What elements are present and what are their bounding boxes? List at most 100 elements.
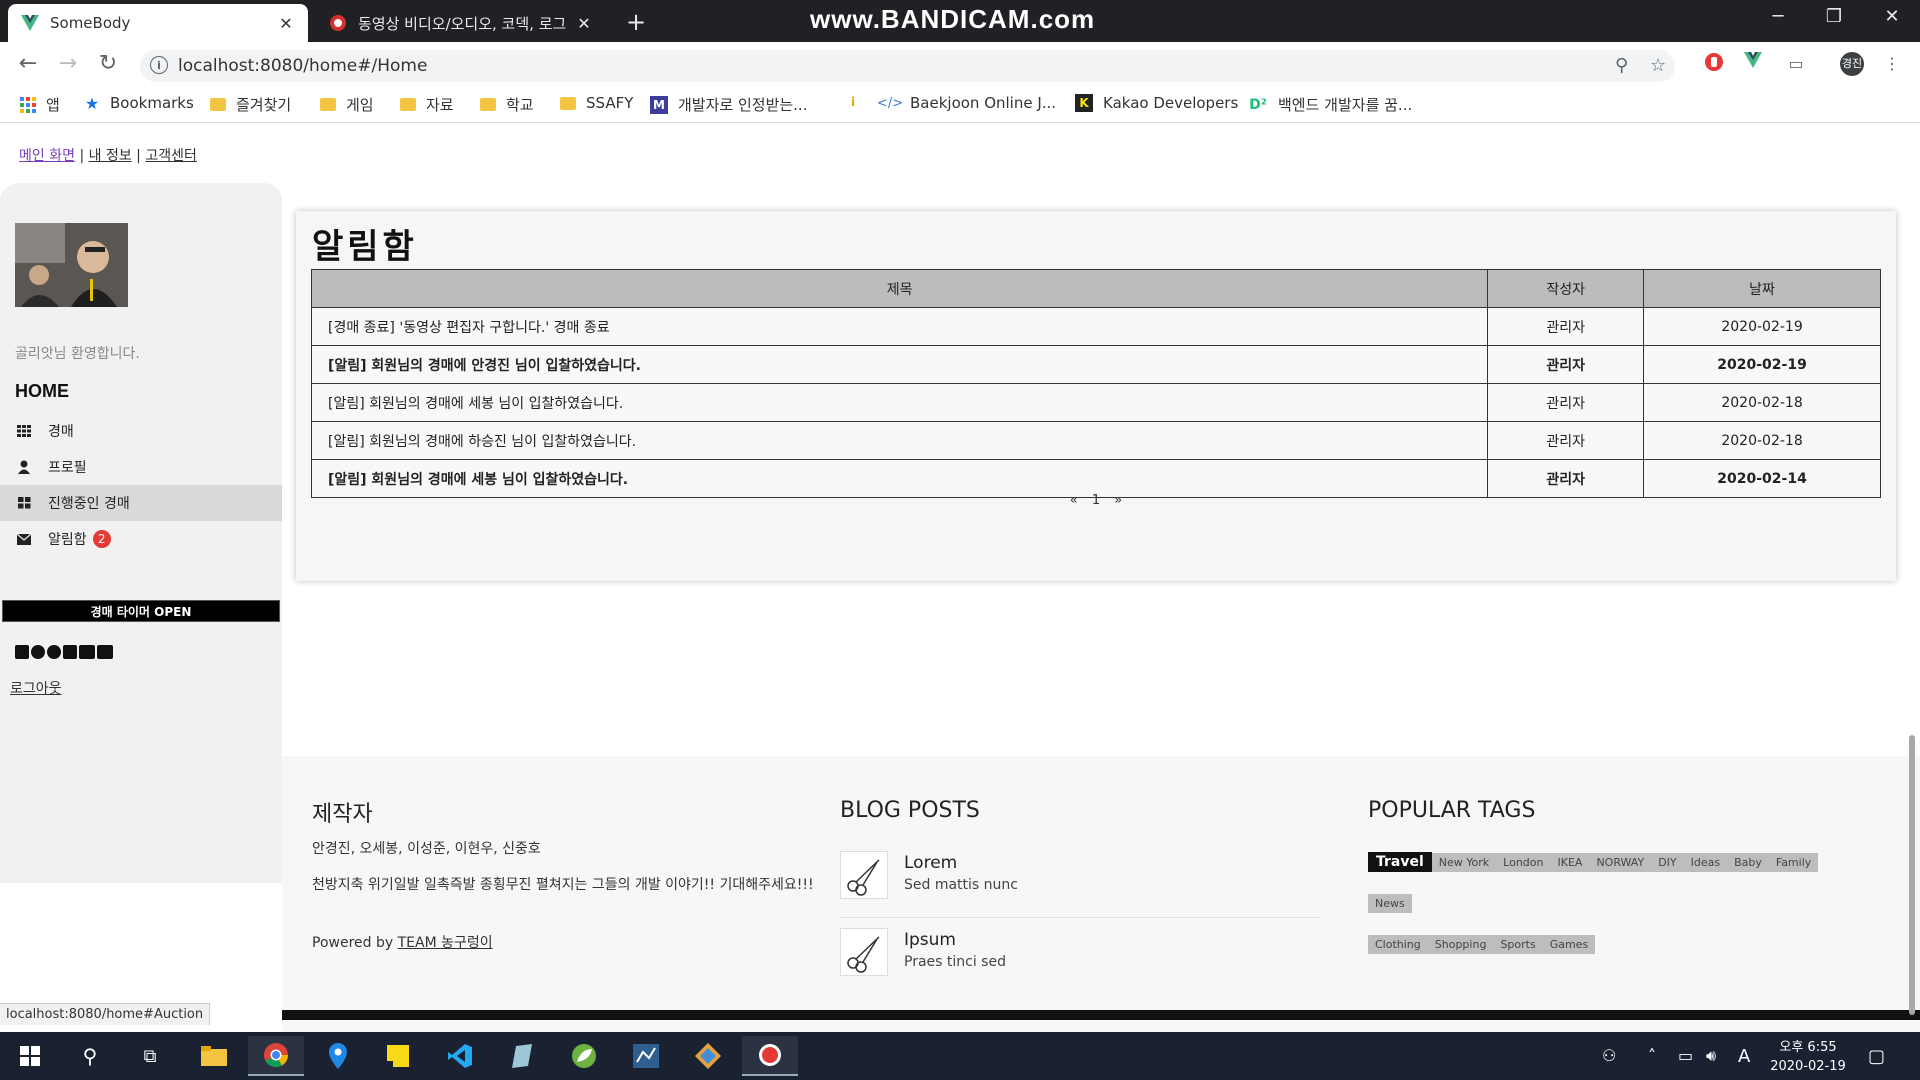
app-glass-icon[interactable] xyxy=(494,1036,550,1076)
restore-icon[interactable]: ❐ xyxy=(1814,6,1854,27)
logout-link[interactable]: 로그아웃 xyxy=(10,678,62,698)
back-icon[interactable]: ← xyxy=(14,50,42,78)
bookmark-folder[interactable]: 즐겨찾기 xyxy=(210,94,291,115)
pager-prev[interactable]: « xyxy=(1070,493,1078,508)
tag-item[interactable]: Games xyxy=(1542,935,1596,954)
tray-chevron-icon[interactable]: ˄ xyxy=(1648,1046,1656,1065)
nav-main-link[interactable]: 메인 화면 xyxy=(19,148,75,164)
table-row[interactable]: [알림] 회원님의 경매에 안경진 님이 입찰하였습니다. 관리자 2020-0… xyxy=(310,345,1881,384)
zoom-icon[interactable]: ⚲ xyxy=(1615,55,1628,76)
tag-item[interactable]: Ideas xyxy=(1683,853,1728,872)
github-icon[interactable] xyxy=(47,645,61,659)
tag-item[interactable]: Family xyxy=(1768,853,1819,872)
reload-icon[interactable]: ↻ xyxy=(94,50,122,78)
vscode-icon[interactable] xyxy=(432,1036,488,1076)
close-tab-icon[interactable]: ✕ xyxy=(574,14,594,33)
forward-icon[interactable]: → xyxy=(54,50,82,78)
bookmark-kakao[interactable]: K Kakao Developers xyxy=(1075,94,1238,112)
file-explorer-icon[interactable] xyxy=(186,1036,242,1076)
vue-devtools-icon[interactable] xyxy=(1744,52,1768,76)
taskbar-clock[interactable]: 오후 6:55 2020-02-19 xyxy=(1762,1038,1854,1076)
people-icon[interactable]: ⚇ xyxy=(1602,1046,1616,1065)
sidebar-item-profile[interactable]: 프로필 xyxy=(0,449,282,485)
ime-indicator[interactable]: A xyxy=(1738,1046,1750,1067)
youtube-alt-icon[interactable] xyxy=(97,645,113,659)
search-icon[interactable]: ⚲ xyxy=(62,1036,118,1076)
windows-start-icon[interactable] xyxy=(2,1036,58,1076)
profile-avatar[interactable]: 경진 xyxy=(1840,52,1864,76)
table-row[interactable]: [알림] 회원님의 경매에 세봉 님이 입찰하였습니다. 관리자 2020-02… xyxy=(310,383,1881,422)
task-view-icon[interactable]: ⧉ xyxy=(122,1036,178,1076)
blog-post[interactable]: Lorem Sed mattis nunc xyxy=(840,851,1320,918)
notification-center-icon[interactable]: ▢ xyxy=(1868,1046,1885,1067)
row-title[interactable]: [알림] 회원님의 경매에 하승진 님이 입찰하였습니다. xyxy=(310,421,1489,460)
menu-icon[interactable]: ⋮ xyxy=(1880,52,1904,76)
bookmark-baekjoon[interactable]: </> Baekjoon Online J... xyxy=(877,94,1056,112)
blog-post[interactable]: Ipsum Praes tinci sed xyxy=(840,928,1320,994)
bookmark-bookmarks[interactable]: ★ Bookmarks xyxy=(84,94,194,113)
battery-icon[interactable]: ▭ xyxy=(1678,1046,1693,1065)
table-row[interactable]: [알림] 회원님의 경매에 하승진 님이 입찰하였습니다. 관리자 2020-0… xyxy=(310,421,1881,460)
bookmark-star-icon[interactable]: ☆ xyxy=(1650,55,1666,76)
team-link[interactable]: TEAM 농구렁이 xyxy=(398,935,493,951)
vimeo-icon[interactable] xyxy=(63,645,77,659)
bookmark-misc[interactable]: i xyxy=(845,94,871,110)
maps-icon[interactable] xyxy=(310,1036,366,1076)
sidebar-item-ongoing[interactable]: 진행중인 경매 xyxy=(0,485,282,521)
youtube-icon[interactable] xyxy=(79,645,95,659)
auction-timer-button[interactable]: 경매 타이머 OPEN xyxy=(2,600,280,622)
tag-item[interactable]: Baby xyxy=(1727,853,1769,872)
bookmark-folder[interactable]: 자료 xyxy=(400,94,454,115)
pager-page[interactable]: 1 xyxy=(1092,493,1100,508)
close-tab-icon[interactable]: ✕ xyxy=(276,14,296,33)
tab-somebody[interactable]: SomeBody ✕ xyxy=(8,4,308,42)
extension-red-icon[interactable] xyxy=(1704,52,1728,76)
pager-next[interactable]: » xyxy=(1114,493,1122,508)
tag-item[interactable]: IKEA xyxy=(1550,853,1590,872)
tag-item[interactable]: London xyxy=(1496,853,1551,872)
facebook-icon[interactable] xyxy=(15,645,29,659)
tag-item[interactable]: DIY xyxy=(1651,853,1684,872)
bookmark-developer[interactable]: M 개발자로 인정받는... xyxy=(650,94,807,115)
tag-item[interactable]: Shopping xyxy=(1427,935,1494,954)
tag-item[interactable]: Sports xyxy=(1493,935,1543,954)
nav-support-link[interactable]: 고객센터 xyxy=(145,148,197,164)
tab-video[interactable]: 동영상 비디오/오디오, 코덱, 로그 ✕ xyxy=(316,4,606,42)
tag-item[interactable]: News xyxy=(1368,894,1412,913)
info-icon[interactable]: i xyxy=(150,56,168,74)
cast-icon[interactable]: ▭ xyxy=(1784,52,1808,76)
close-window-icon[interactable]: ✕ xyxy=(1872,6,1912,27)
tag-item[interactable]: Clothing xyxy=(1368,935,1428,954)
table-row[interactable]: [알림] 회원님의 경매에 세봉 님이 입찰하였습니다. 관리자 2020-02… xyxy=(310,459,1881,498)
instagram-icon[interactable] xyxy=(31,645,45,659)
url-text[interactable]: localhost:8080/home#/Home xyxy=(178,56,427,76)
tag-item[interactable]: New York xyxy=(1431,853,1497,872)
page-scrollbar[interactable] xyxy=(1909,735,1915,1015)
volume-icon[interactable]: 🔊︎ xyxy=(1706,1046,1716,1066)
database-tool-icon[interactable] xyxy=(618,1036,674,1076)
minimize-icon[interactable]: ─ xyxy=(1758,6,1798,27)
new-tab-button[interactable]: + xyxy=(622,8,650,36)
bookmark-apps[interactable]: 앱 xyxy=(20,94,60,115)
address-bar[interactable]: i localhost:8080/home#/Home ⚲ ☆ xyxy=(140,50,1675,82)
bookmark-folder[interactable]: 게임 xyxy=(320,94,374,115)
tag-item[interactable]: NORWAY xyxy=(1589,853,1652,872)
post-title[interactable]: Ipsum xyxy=(904,930,956,950)
chrome-icon[interactable] xyxy=(248,1036,304,1076)
tag-travel[interactable]: Travel xyxy=(1368,852,1432,872)
row-title[interactable]: [경매 종료] '동영상 편집자 구합니다.' 경매 종료 xyxy=(310,307,1489,346)
table-row[interactable]: [경매 종료] '동영상 편집자 구합니다.' 경매 종료 관리자 2020-0… xyxy=(310,307,1881,346)
post-title[interactable]: Lorem xyxy=(904,853,957,873)
bookmark-folder[interactable]: SSAFY xyxy=(560,94,633,112)
bookmark-backend[interactable]: D² 백엔드 개발자를 꿈... xyxy=(1248,94,1412,115)
sidebar-item-auction[interactable]: 경매 xyxy=(0,413,282,449)
row-title[interactable]: [알림] 회원님의 경매에 세봉 님이 입찰하였습니다. xyxy=(310,383,1489,422)
row-title[interactable]: [알림] 회원님의 경매에 안경진 님이 입찰하였습니다. xyxy=(310,345,1489,384)
nav-myinfo-link[interactable]: 내 정보 xyxy=(89,148,132,164)
row-title[interactable]: [알림] 회원님의 경매에 세봉 님이 입찰하였습니다. xyxy=(310,459,1489,498)
bookmark-folder[interactable]: 학교 xyxy=(480,94,534,115)
sticky-notes-icon[interactable] xyxy=(370,1036,426,1076)
bandicam-icon[interactable] xyxy=(742,1036,798,1076)
spring-tool-icon[interactable] xyxy=(556,1036,612,1076)
git-tool-icon[interactable] xyxy=(680,1036,736,1076)
